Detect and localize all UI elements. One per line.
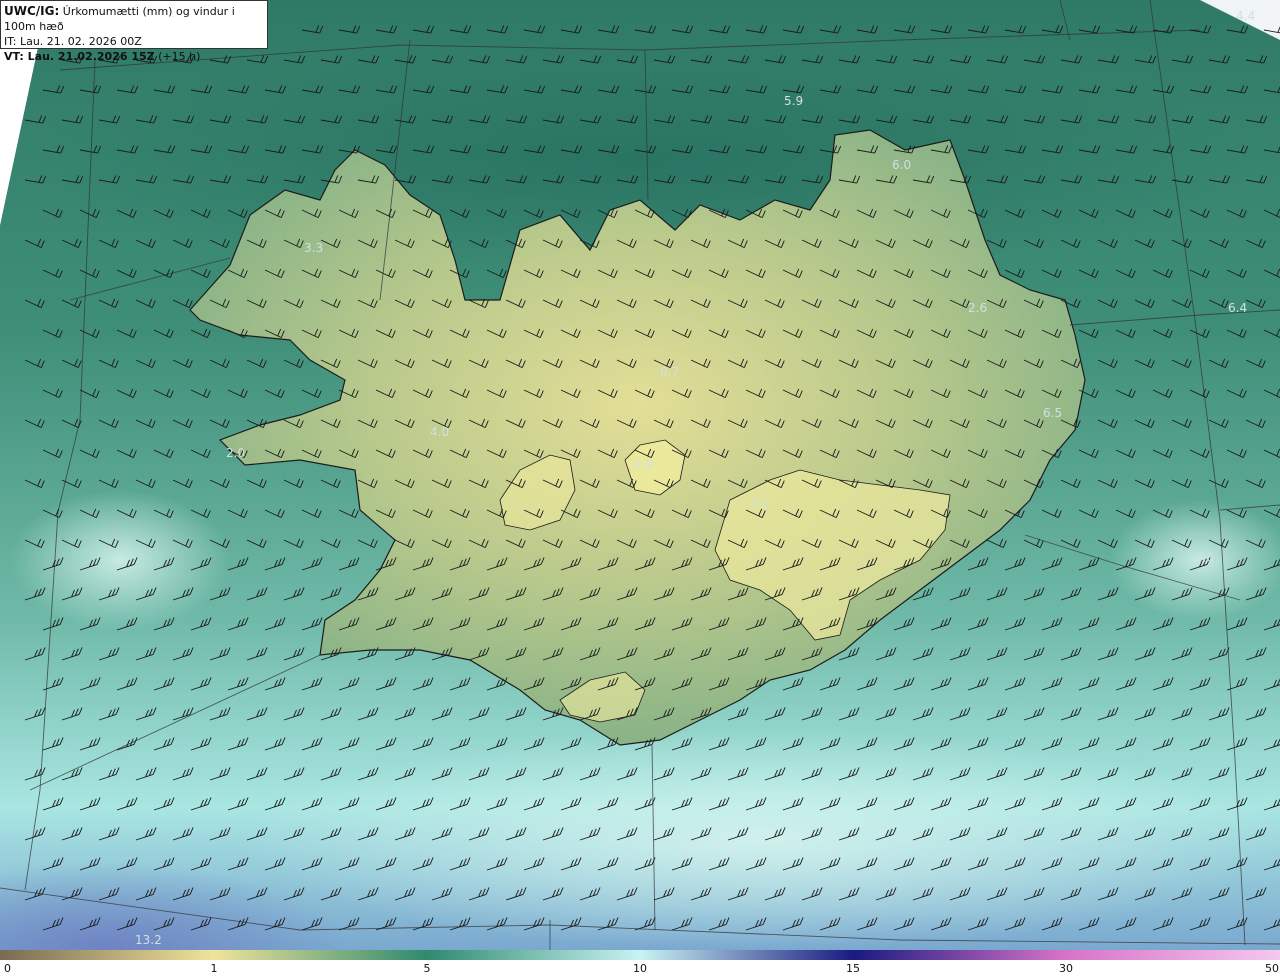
colorbar-tick: 30	[1059, 962, 1073, 975]
valid-time: VT: Lau. 21.02.2026 15Z	[4, 50, 155, 63]
weather-map: 5.9 6.0 2.6 6.4 6.5 4.4 6.6 0.9 4.0 2.0 …	[0, 0, 1280, 950]
colorbar-tick: 5	[423, 962, 431, 975]
colorbar-tick: 15	[846, 962, 860, 975]
colorbar	[0, 950, 1280, 960]
value-label: 5.9	[784, 94, 803, 108]
valid-offset: (+15 h)	[154, 50, 201, 63]
value-label: 6.4	[1228, 301, 1247, 315]
value-label: 6.6	[1195, 551, 1214, 565]
initial-time: IT: Lau. 21. 02. 2026 00Z	[4, 35, 142, 48]
value-label: 4.0	[430, 425, 449, 439]
colorbar-tick: 10	[633, 962, 647, 975]
colorbar-tick: 1	[210, 962, 218, 975]
colorbar-tick: 50	[1265, 962, 1279, 975]
valid-time-line: VT: Lau. 21.02.2026 15Z (+15 h)	[4, 49, 263, 64]
info-box: UWC/IG: Úrkomumætti (mm) og vindur i 100…	[0, 0, 268, 63]
value-label: 13.2	[135, 933, 162, 947]
title-prefix: UWC/IG:	[4, 4, 60, 18]
value-label: 3.3	[304, 241, 323, 255]
value-label: 6.0	[892, 158, 911, 172]
value-label: 6.5	[1043, 406, 1062, 420]
value-label: 4.4	[1236, 9, 1255, 23]
value-label: 0.9	[634, 457, 653, 471]
value-label: 2.0	[226, 446, 245, 460]
value-label: 3.1	[750, 497, 769, 511]
colorbar-tick: 0	[4, 962, 11, 975]
title-line: UWC/IG: Úrkomumætti (mm) og vindur i 100…	[4, 4, 263, 34]
value-label: 0.7	[660, 365, 679, 379]
value-label: 2.6	[968, 301, 987, 315]
colorbar-ticks: 0 1 5 10 15 30 50	[0, 960, 1280, 978]
